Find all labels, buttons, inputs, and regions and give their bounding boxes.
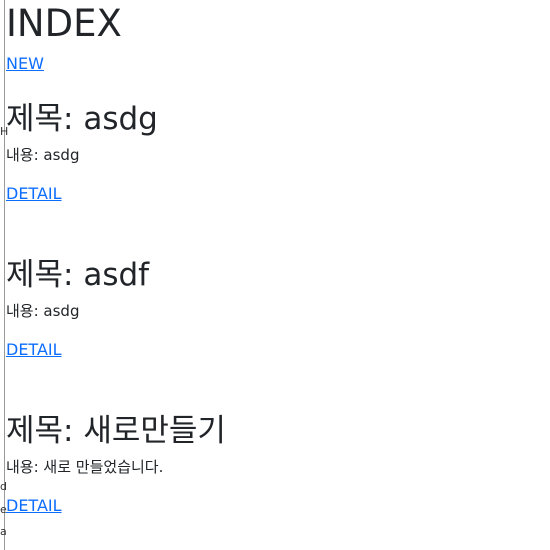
post-detail-link[interactable]: DETAIL: [6, 184, 158, 204]
post-content: 내용: asdg: [6, 302, 80, 320]
clipped-text-fragment: a: [0, 525, 7, 538]
post-title: 제목: 새로만들기: [6, 413, 226, 449]
post-item: 제목: asdg 내용: asdg DETAIL: [6, 99, 158, 204]
post-content: 내용: 새로 만들었습니다.: [6, 458, 164, 476]
index-page: INDEX NEW 제목: asdg 내용: asdg DETAIL 제목: a…: [6, 0, 546, 515]
page-title: INDEX: [6, 2, 122, 45]
post-detail-link[interactable]: DETAIL: [6, 340, 149, 360]
post-item: 제목: 새로만들기 내용: 새로 만들었습니다. DETAIL: [6, 411, 226, 516]
post-item: 제목: asdf 내용: asdg DETAIL: [6, 255, 149, 360]
post-content: 내용: asdg: [6, 146, 80, 164]
post-title: 제목: asdg: [6, 101, 158, 137]
new-post-link[interactable]: NEW: [6, 54, 546, 74]
left-pane-divider: [4, 0, 5, 550]
post-detail-link[interactable]: DETAIL: [6, 496, 226, 516]
post-title: 제목: asdf: [6, 257, 150, 293]
